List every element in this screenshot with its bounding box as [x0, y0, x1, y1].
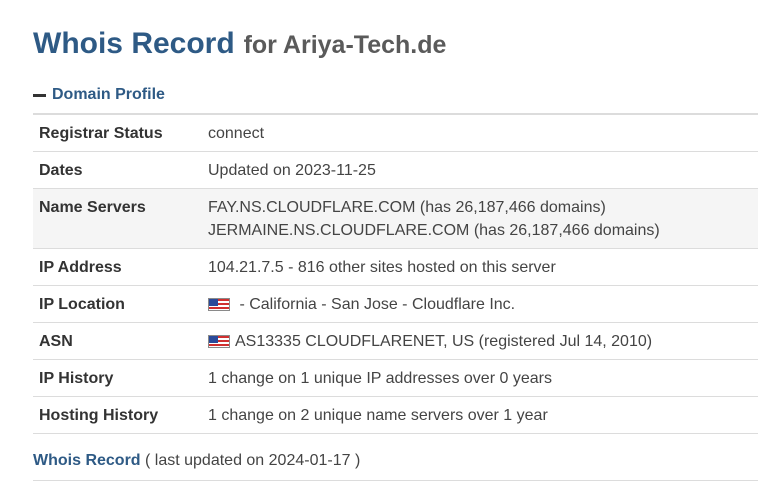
table-row: ASN AS13335 CLOUDFLARENET, US (registere…: [33, 322, 758, 360]
table-row: Name Servers FAY.NS.CLOUDFLARE.COM (has …: [33, 188, 758, 249]
us-flag-icon: [208, 298, 230, 311]
row-label-registrar-status: Registrar Status: [33, 114, 202, 152]
domain-profile-label: Domain Profile: [52, 86, 165, 103]
domain-profile-table: Registrar Status connect Dates Updated o…: [33, 113, 758, 434]
table-row: Dates Updated on 2023-11-25: [33, 151, 758, 189]
row-label-dates: Dates: [33, 151, 202, 189]
minus-icon: [33, 93, 46, 97]
row-value-name-servers: FAY.NS.CLOUDFLARE.COM (has 26,187,466 do…: [202, 188, 758, 249]
whois-record-footer: Whois Record ( last updated on 2024-01-1…: [33, 452, 360, 470]
whois-record-link[interactable]: Whois Record: [33, 452, 141, 469]
name-server-2: JERMAINE.NS.CLOUDFLARE.COM (has 26,187,4…: [208, 222, 660, 239]
page-title-main: Whois Record: [33, 27, 235, 60]
name-server-1: FAY.NS.CLOUDFLARE.COM (has 26,187,466 do…: [208, 199, 606, 216]
page-title: Whois Record for Ariya-Tech.de: [33, 22, 446, 65]
asn-text: AS13335 CLOUDFLARENET, US (registered Ju…: [235, 333, 653, 350]
ip-location-text: - California - San Jose - Cloudflare Inc…: [235, 296, 516, 313]
row-value-dates: Updated on 2023-11-25: [202, 151, 758, 189]
table-row: IP Address 104.21.7.5 - 816 other sites …: [33, 248, 758, 286]
table-row: IP History 1 change on 1 unique IP addre…: [33, 359, 758, 397]
row-value-ip-address: 104.21.7.5 - 816 other sites hosted on t…: [202, 248, 758, 286]
page-title-domain: for Ariya-Tech.de: [243, 31, 447, 59]
us-flag-icon: [208, 335, 230, 348]
row-label-name-servers: Name Servers: [33, 188, 202, 249]
table-row: IP Location - California - San Jose - Cl…: [33, 285, 758, 323]
domain-profile-toggle[interactable]: Domain Profile: [33, 84, 165, 106]
table-row: Registrar Status connect: [33, 114, 758, 152]
table-row: Hosting History 1 change on 2 unique nam…: [33, 396, 758, 434]
last-updated-note: ( last updated on 2024-01-17 ): [140, 452, 361, 469]
row-label-ip-history: IP History: [33, 359, 202, 397]
row-value-registrar-status: connect: [202, 114, 758, 152]
row-value-hosting-history: 1 change on 2 unique name servers over 1…: [202, 396, 758, 434]
row-label-ip-location: IP Location: [33, 285, 202, 323]
footer-divider: [33, 480, 758, 481]
row-value-asn: AS13335 CLOUDFLARENET, US (registered Ju…: [202, 322, 758, 360]
row-value-ip-location: - California - San Jose - Cloudflare Inc…: [202, 285, 758, 323]
row-label-asn: ASN: [33, 322, 202, 360]
row-label-hosting-history: Hosting History: [33, 396, 202, 434]
row-value-ip-history: 1 change on 1 unique IP addresses over 0…: [202, 359, 758, 397]
row-label-ip-address: IP Address: [33, 248, 202, 286]
